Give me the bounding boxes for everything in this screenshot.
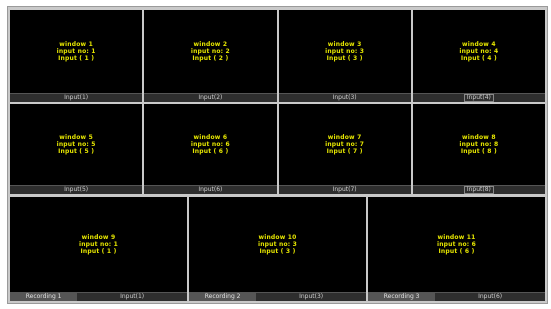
window-status-bar: Recording 1 Input(1) [10,292,187,301]
window-input-number: input no: 6 [436,241,477,248]
input-source-label[interactable]: Input(7) [333,186,357,194]
window-screen[interactable]: window 9 input no: 1 Input ( 1 ) [10,197,187,292]
window-info: window 1 input no: 1 Input ( 1 ) [57,41,96,62]
input-source-label[interactable]: Input(3) [333,94,357,102]
window-title: window 9 [81,234,116,241]
window-input-label: Input ( 1 ) [80,248,117,255]
window-screen[interactable]: window 1 input no: 1 Input ( 1 ) [10,10,143,93]
window-input-label: Input ( 3 ) [259,248,296,255]
window-input-label: Input ( 4 ) [460,55,497,62]
window-screen[interactable]: window 8 input no: 8 Input ( 8 ) [412,104,545,185]
window-info: window 11 input no: 6 Input ( 6 ) [437,234,476,255]
window-status-bar: Input(7) [278,185,411,194]
window-input-label: Input ( 6 ) [438,248,475,255]
window-input-label: Input ( 6 ) [192,148,229,155]
window-status-bar: Input(3) [278,93,411,102]
window-input-label: Input ( 3 ) [326,55,363,62]
input-source-label[interactable]: Input(5) [64,186,88,194]
window-input-number: input no: 3 [325,48,365,55]
window-input-number: input no: 7 [325,141,365,148]
window-info: window 5 input no: 5 Input ( 5 ) [57,134,96,155]
input-source-label[interactable]: Input(6) [435,293,545,301]
window-screen[interactable]: window 3 input no: 3 Input ( 3 ) [278,10,411,93]
window-info: window 9 input no: 1 Input ( 1 ) [79,234,118,255]
window-title: window 6 [193,134,228,141]
window-input-label: Input ( 2 ) [192,55,229,62]
video-wall-frame: window 1 input no: 1 Input ( 1 ) Input(1… [7,6,548,304]
window-tile-5[interactable]: window 5 input no: 5 Input ( 5 ) Input(5… [10,104,143,194]
window-input-number: input no: 3 [257,241,298,248]
window-info: window 7 input no: 7 Input ( 7 ) [325,134,364,155]
window-screen[interactable]: window 4 input no: 4 Input ( 4 ) [412,10,545,93]
window-tile-3[interactable]: window 3 input no: 3 Input ( 3 ) Input(3… [278,10,411,102]
window-status-bar: Input(8) [412,185,545,194]
window-title: window 4 [462,41,496,48]
window-row-1: window 1 input no: 1 Input ( 1 ) Input(1… [10,10,545,102]
window-input-number: input no: 2 [190,48,230,55]
window-row-2: window 5 input no: 5 Input ( 5 ) Input(5… [10,104,545,194]
window-title: window 8 [462,134,496,141]
window-status-bar: Input(4) [412,93,545,102]
recording-label[interactable]: Recording 2 [189,293,257,301]
input-source-label[interactable]: Input(1) [64,94,88,102]
window-tile-10[interactable]: window 10 input no: 3 Input ( 3 ) Record… [189,197,366,301]
window-status-bar: Input(2) [144,93,277,102]
window-title: window 3 [327,41,362,48]
window-input-label: Input ( 5 ) [58,148,95,155]
window-status-bar: Input(1) [10,93,143,102]
window-tile-11[interactable]: window 11 input no: 6 Input ( 6 ) Record… [368,197,545,301]
window-screen[interactable]: window 5 input no: 5 Input ( 5 ) [10,104,143,185]
window-status-bar: Recording 2 Input(3) [189,292,366,301]
window-title: window 2 [193,41,228,48]
window-tile-2[interactable]: window 2 input no: 2 Input ( 2 ) Input(2… [144,10,277,102]
window-row-3: window 9 input no: 1 Input ( 1 ) Recordi… [10,197,545,301]
window-title: window 1 [59,41,93,48]
window-info: window 8 input no: 8 Input ( 8 ) [459,134,498,155]
window-screen[interactable]: window 2 input no: 2 Input ( 2 ) [144,10,277,93]
window-screen[interactable]: window 11 input no: 6 Input ( 6 ) [368,197,545,292]
window-input-label: Input ( 1 ) [58,55,95,62]
window-tile-1[interactable]: window 1 input no: 1 Input ( 1 ) Input(1… [10,10,143,102]
window-input-number: input no: 1 [78,241,119,248]
window-input-number: input no: 1 [56,48,96,55]
window-title: window 11 [437,234,476,241]
input-source-label[interactable]: Input(1) [77,293,187,301]
window-info: window 4 input no: 4 Input ( 4 ) [459,41,498,62]
window-tile-9[interactable]: window 9 input no: 1 Input ( 1 ) Recordi… [10,197,187,301]
window-info: window 6 input no: 6 Input ( 6 ) [191,134,230,155]
window-screen[interactable]: window 6 input no: 6 Input ( 6 ) [144,104,277,185]
window-info: window 10 input no: 3 Input ( 3 ) [258,234,297,255]
window-input-label: Input ( 8 ) [460,148,497,155]
window-input-number: input no: 4 [459,48,499,55]
window-input-number: input no: 5 [56,141,96,148]
input-source-label[interactable]: Input(4) [463,94,494,102]
window-title: window 5 [59,134,93,141]
recording-label[interactable]: Recording 3 [368,293,436,301]
window-info: window 3 input no: 3 Input ( 3 ) [325,41,364,62]
input-source-label[interactable]: Input(8) [463,186,494,194]
recording-label[interactable]: Recording 1 [10,293,78,301]
window-screen[interactable]: window 10 input no: 3 Input ( 3 ) [189,197,366,292]
window-tile-8[interactable]: window 8 input no: 8 Input ( 8 ) Input(8… [412,104,545,194]
window-input-label: Input ( 7 ) [326,148,363,155]
window-input-number: input no: 8 [459,141,499,148]
window-tile-6[interactable]: window 6 input no: 6 Input ( 6 ) Input(6… [144,104,277,194]
window-title: window 10 [258,234,297,241]
window-tile-4[interactable]: window 4 input no: 4 Input ( 4 ) Input(4… [412,10,545,102]
window-screen[interactable]: window 7 input no: 7 Input ( 7 ) [278,104,411,185]
window-status-bar: Input(5) [10,185,143,194]
input-source-label[interactable]: Input(3) [256,293,366,301]
window-title: window 7 [327,134,362,141]
window-tile-7[interactable]: window 7 input no: 7 Input ( 7 ) Input(7… [278,104,411,194]
window-input-number: input no: 6 [190,141,230,148]
input-source-label[interactable]: Input(2) [198,94,222,102]
window-status-bar: Recording 3 Input(6) [368,292,545,301]
input-source-label[interactable]: Input(6) [198,186,222,194]
window-status-bar: Input(6) [144,185,277,194]
window-info: window 2 input no: 2 Input ( 2 ) [191,41,230,62]
